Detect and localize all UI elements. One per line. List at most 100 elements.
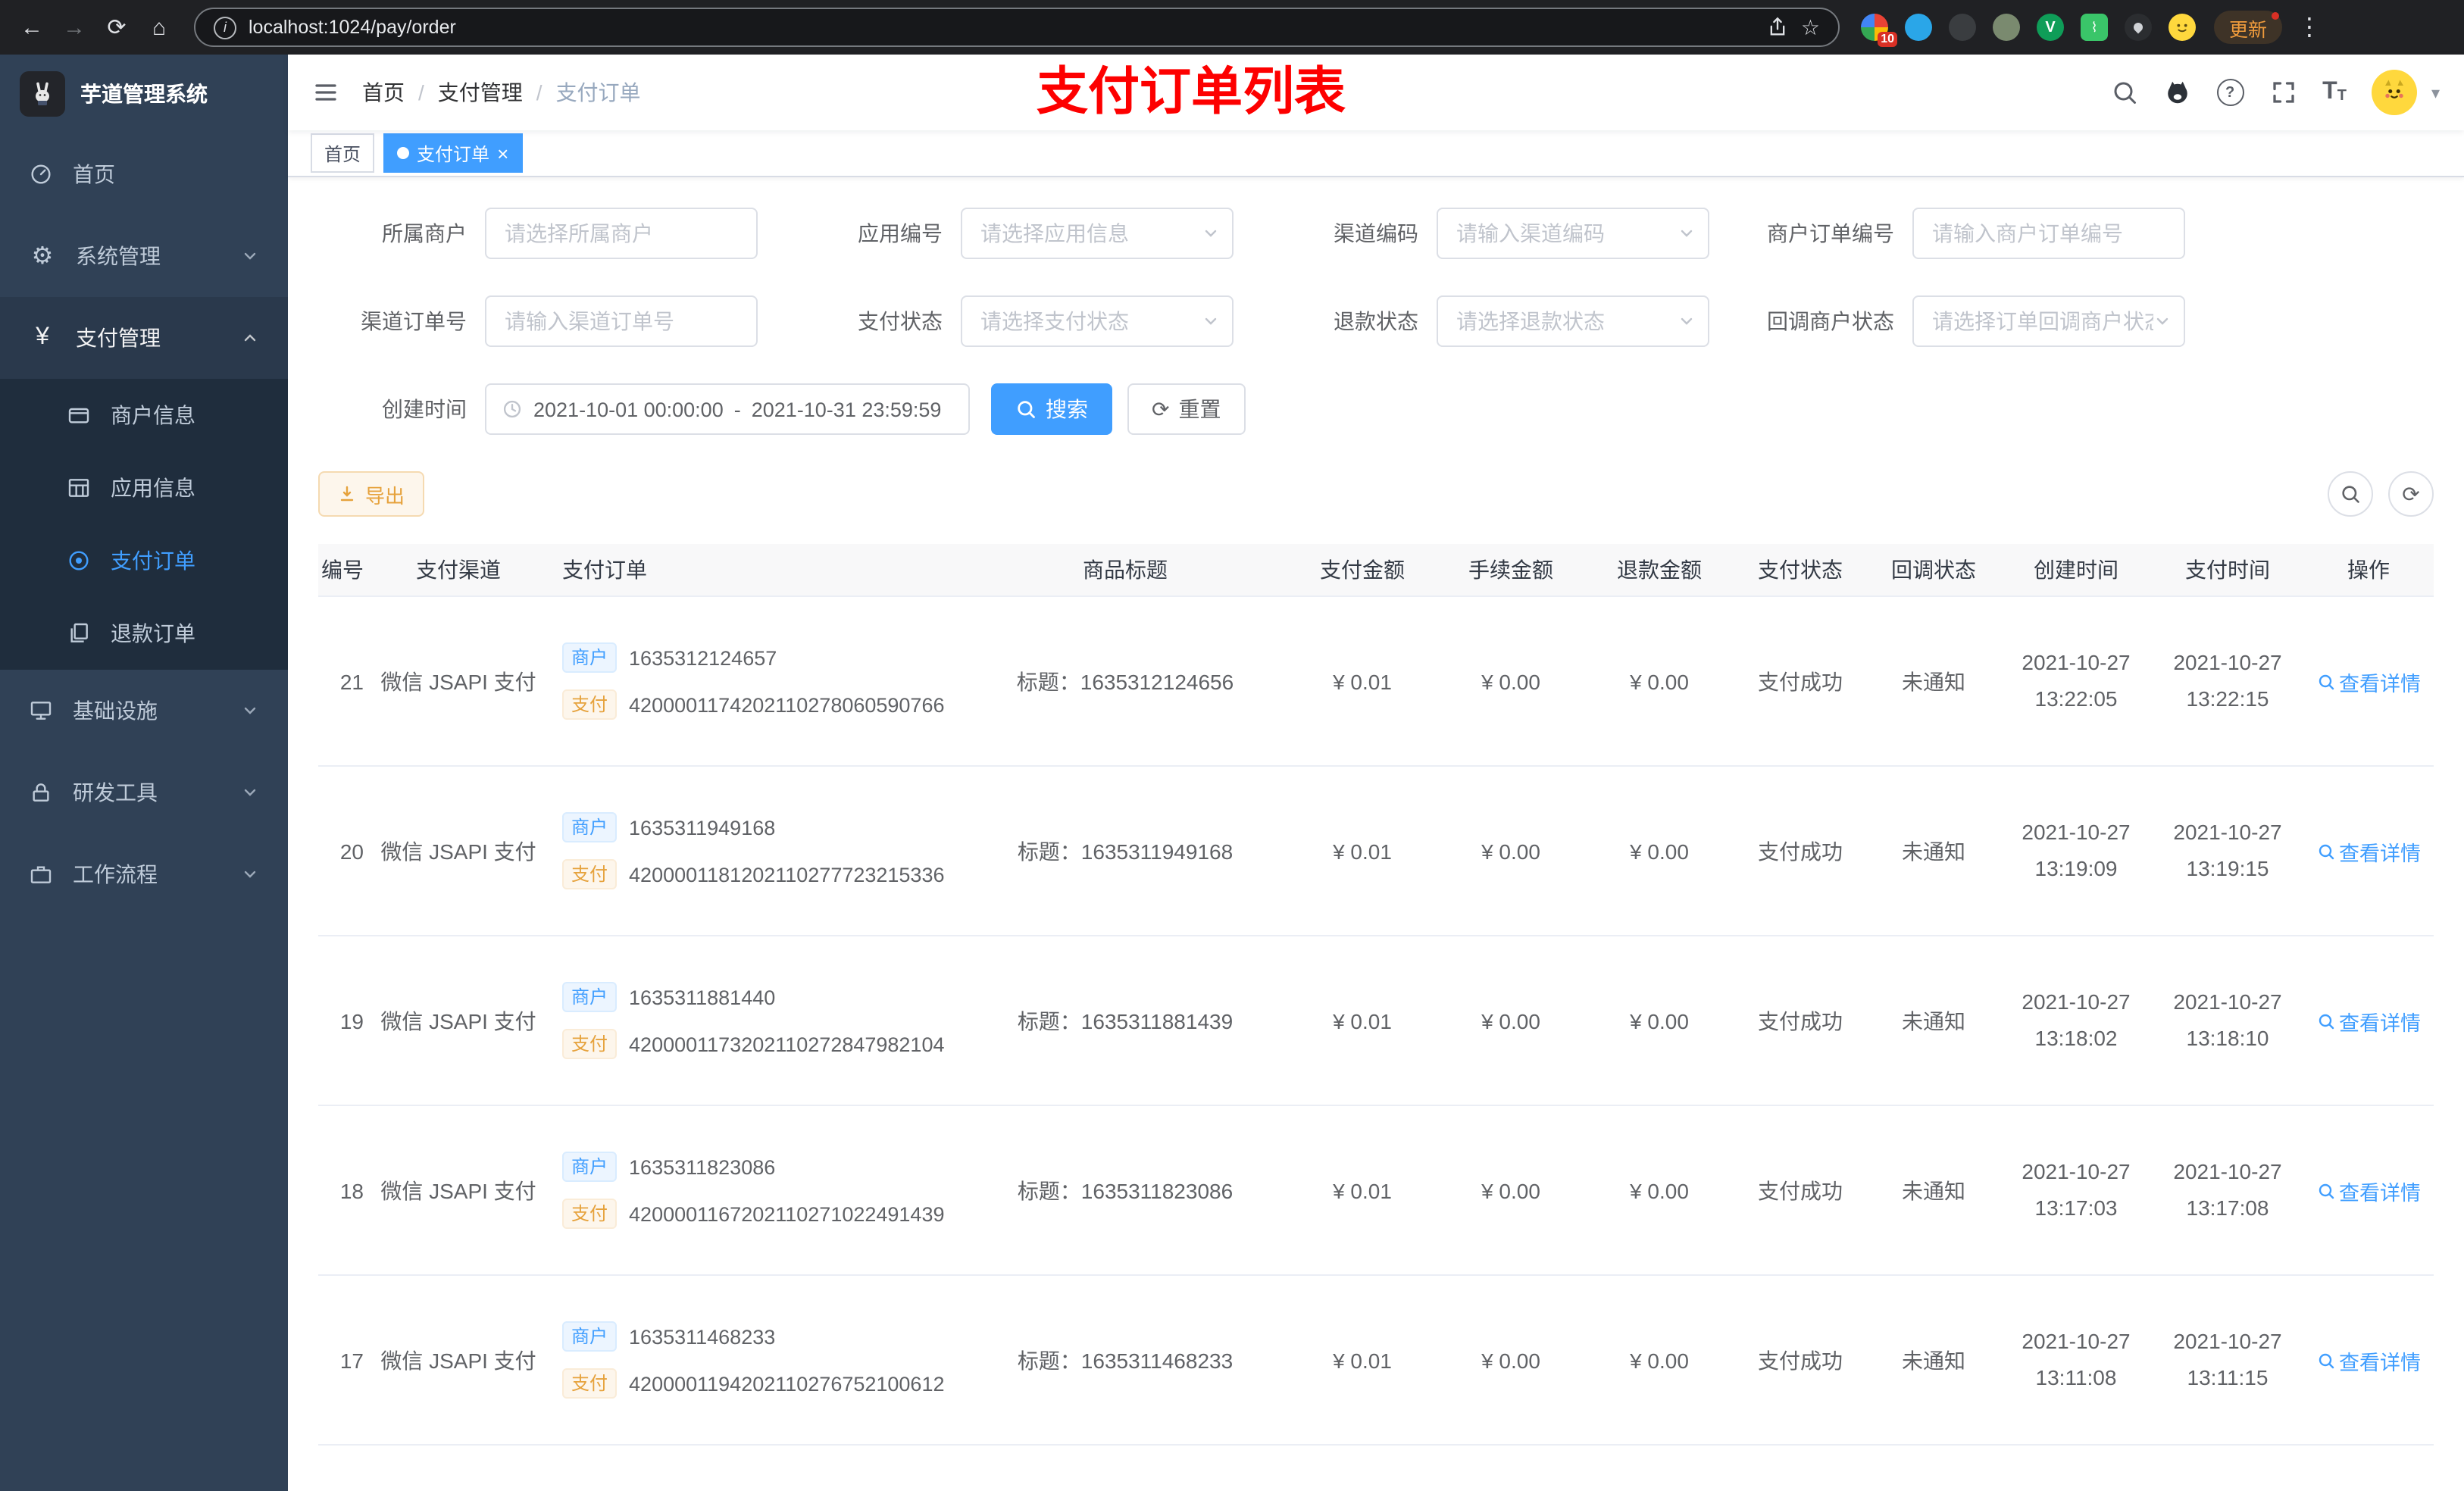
sidebar-item-payment[interactable]: ¥ 支付管理 (0, 297, 288, 379)
browser-menu-icon[interactable]: ⋮ (2297, 12, 2322, 42)
sidebar-item-label: 系统管理 (76, 244, 161, 268)
sidebar-item-label: 支付管理 (76, 326, 161, 350)
channel-cell: 微信 JSAPI 支付 (380, 1178, 536, 1202)
extension-icon[interactable] (1949, 14, 1976, 41)
refund-status-filter-select[interactable]: 请选择退款状态 (1437, 295, 1709, 347)
paid-cell: 2021-10-27 13:18:10 (2173, 989, 2282, 1049)
sidebar-item-dev-tools[interactable]: 研发工具 (0, 752, 288, 833)
sidebar-item-home[interactable]: 首页 (0, 133, 288, 215)
tab-home[interactable]: 首页 (311, 133, 375, 173)
create-time-range-picker[interactable]: 2021-10-01 00:00:00 - 2021-10-31 23:59:5… (485, 383, 970, 435)
search-label: 搜索 (1046, 397, 1088, 421)
pay-no: 4200001174202110278060590766 (629, 693, 945, 716)
refresh-table-button[interactable]: ⟳ (2388, 471, 2434, 517)
pay-no: 4200001167202110271022491439 (629, 1202, 945, 1225)
pay-status-filter-select[interactable]: 请选择支付状态 (961, 295, 1234, 347)
merchant-tag: 商户 (562, 1321, 618, 1352)
url-text[interactable]: localhost:1024/pay/order (249, 17, 456, 38)
notify-status-filter-select[interactable]: 请选择订单回调商户状态 (1912, 295, 2185, 347)
download-icon (340, 486, 354, 502)
fee-cell: ¥ 0.00 (1481, 669, 1540, 693)
hamburger-icon[interactable] (312, 79, 339, 106)
tab-pay-order[interactable]: 支付订单 × (383, 133, 523, 173)
notify-cell: 未通知 (1902, 1348, 1965, 1372)
sidebar-item-workflow[interactable]: 工作流程 (0, 833, 288, 915)
bookmark-star-icon[interactable]: ☆ (1801, 14, 1820, 40)
extensions-bar: 10 V ⌇ (1861, 14, 2196, 47)
status-cell: 支付成功 (1758, 1178, 1843, 1202)
share-icon[interactable] (1768, 17, 1789, 38)
filter-label-merchant: 所属商户 (382, 221, 467, 245)
browser-forward-icon[interactable]: → (55, 8, 94, 47)
extension-chat-icon[interactable]: ⌇ (2081, 14, 2108, 41)
sidebar-item-pay-order[interactable]: 支付订单 (0, 524, 288, 597)
browser-update-button[interactable]: 更新 (2214, 11, 2283, 44)
toggle-search-button[interactable] (2328, 471, 2373, 517)
extension-icon[interactable]: 10 (1861, 14, 1897, 47)
extension-drop-icon[interactable] (1905, 14, 1932, 41)
notify-cell: 未通知 (1902, 1178, 1965, 1202)
amount-cell: ¥ 0.01 (1333, 1008, 1392, 1033)
profile-avatar-icon[interactable] (2169, 14, 2196, 41)
sidebar-item-merchant-info[interactable]: 商户信息 (0, 379, 288, 452)
url-bar[interactable]: i localhost:1024/pay/order ☆ (194, 8, 1840, 47)
pay-tag: 支付 (562, 859, 618, 889)
extension-pin-icon[interactable] (2125, 14, 2152, 41)
amount-cell: ¥ 0.01 (1333, 1348, 1392, 1372)
search-icon[interactable] (2110, 79, 2137, 106)
avatar-caret-icon[interactable]: ▾ (2431, 83, 2440, 102)
fullscreen-icon[interactable] (2269, 79, 2297, 106)
dashboard-icon (31, 164, 51, 184)
font-size-icon[interactable]: TT (2322, 80, 2347, 105)
browser-home-icon[interactable]: ⌂ (139, 8, 179, 47)
browser-back-icon[interactable]: ← (12, 8, 52, 47)
help-icon[interactable]: ? (2216, 79, 2244, 106)
github-icon[interactable] (2163, 79, 2190, 106)
breadcrumb-home[interactable]: 首页 (362, 77, 405, 108)
merchant-filter-input[interactable] (485, 208, 758, 259)
sidebar-item-system[interactable]: ⚙ 系统管理 (0, 215, 288, 297)
sidebar-item-refund-order[interactable]: 退款订单 (0, 597, 288, 670)
chevron-down-icon (244, 789, 256, 796)
view-detail-link[interactable]: 查看详情 (2316, 836, 2421, 866)
title-cell: 标题：1635311949168 (1017, 839, 1234, 863)
search-button[interactable]: 搜索 (991, 383, 1112, 435)
reset-button[interactable]: ⟳ 重置 (1127, 383, 1246, 435)
user-avatar[interactable] (2372, 70, 2418, 115)
order-cell: 商户 1635312124657 支付 4200001174202110278060… (553, 597, 962, 765)
sidebar-item-infrastructure[interactable]: 基础设施 (0, 670, 288, 752)
search-icon (1018, 401, 1035, 418)
view-detail-link[interactable]: 查看详情 (2316, 1005, 2421, 1036)
notify-cell: 未通知 (1902, 1008, 1965, 1033)
amount-cell: ¥ 0.01 (1333, 839, 1392, 863)
fee-cell: ¥ 0.00 (1481, 839, 1540, 863)
breadcrumb-section[interactable]: 支付管理 (438, 77, 523, 108)
channel-code-filter-select[interactable]: 请输入渠道编码 (1437, 208, 1709, 259)
export-label: 导出 (365, 484, 405, 507)
created-cell: 2021-10-27 13:19:09 (2022, 820, 2131, 880)
col-header-status: 支付状态 (1758, 558, 1843, 582)
extension-v-icon[interactable]: V (2037, 14, 2064, 41)
view-detail-link[interactable]: 查看详情 (2316, 666, 2421, 696)
extension-icon[interactable] (1993, 14, 2020, 41)
close-icon[interactable]: × (497, 143, 508, 163)
page-content: 所属商户 应用编号 请选择应用信息 渠道编码 请输入渠道编码 (288, 177, 2464, 1491)
app-title: 芋道管理系统 (80, 82, 208, 106)
channel-order-no-input[interactable] (485, 295, 758, 347)
row-id: 17 (339, 1348, 364, 1372)
col-header-fee: 手续金额 (1468, 558, 1553, 582)
breadcrumb-separator: / (536, 80, 543, 105)
sidebar-item-app-info[interactable]: 应用信息 (0, 452, 288, 524)
merchant-order-no-input[interactable] (1912, 208, 2185, 259)
logo[interactable]: 芋道管理系统 (0, 55, 288, 133)
filter-label-app-no: 应用编号 (858, 221, 943, 245)
documents-icon (70, 623, 88, 642)
browser-reload-icon[interactable]: ⟳ (97, 8, 136, 47)
view-detail-link[interactable]: 查看详情 (2316, 1345, 2421, 1375)
app-no-filter-select[interactable]: 请选择应用信息 (961, 208, 1234, 259)
title-cell: 标题：1635312124656 (1016, 669, 1234, 693)
export-button[interactable]: 导出 (318, 471, 425, 517)
site-info-icon[interactable]: i (214, 16, 236, 39)
view-detail-link[interactable]: 查看详情 (2316, 1175, 2421, 1205)
order-cell: 商户 1635311823086 支付 4200001167202110271022… (553, 1106, 962, 1274)
